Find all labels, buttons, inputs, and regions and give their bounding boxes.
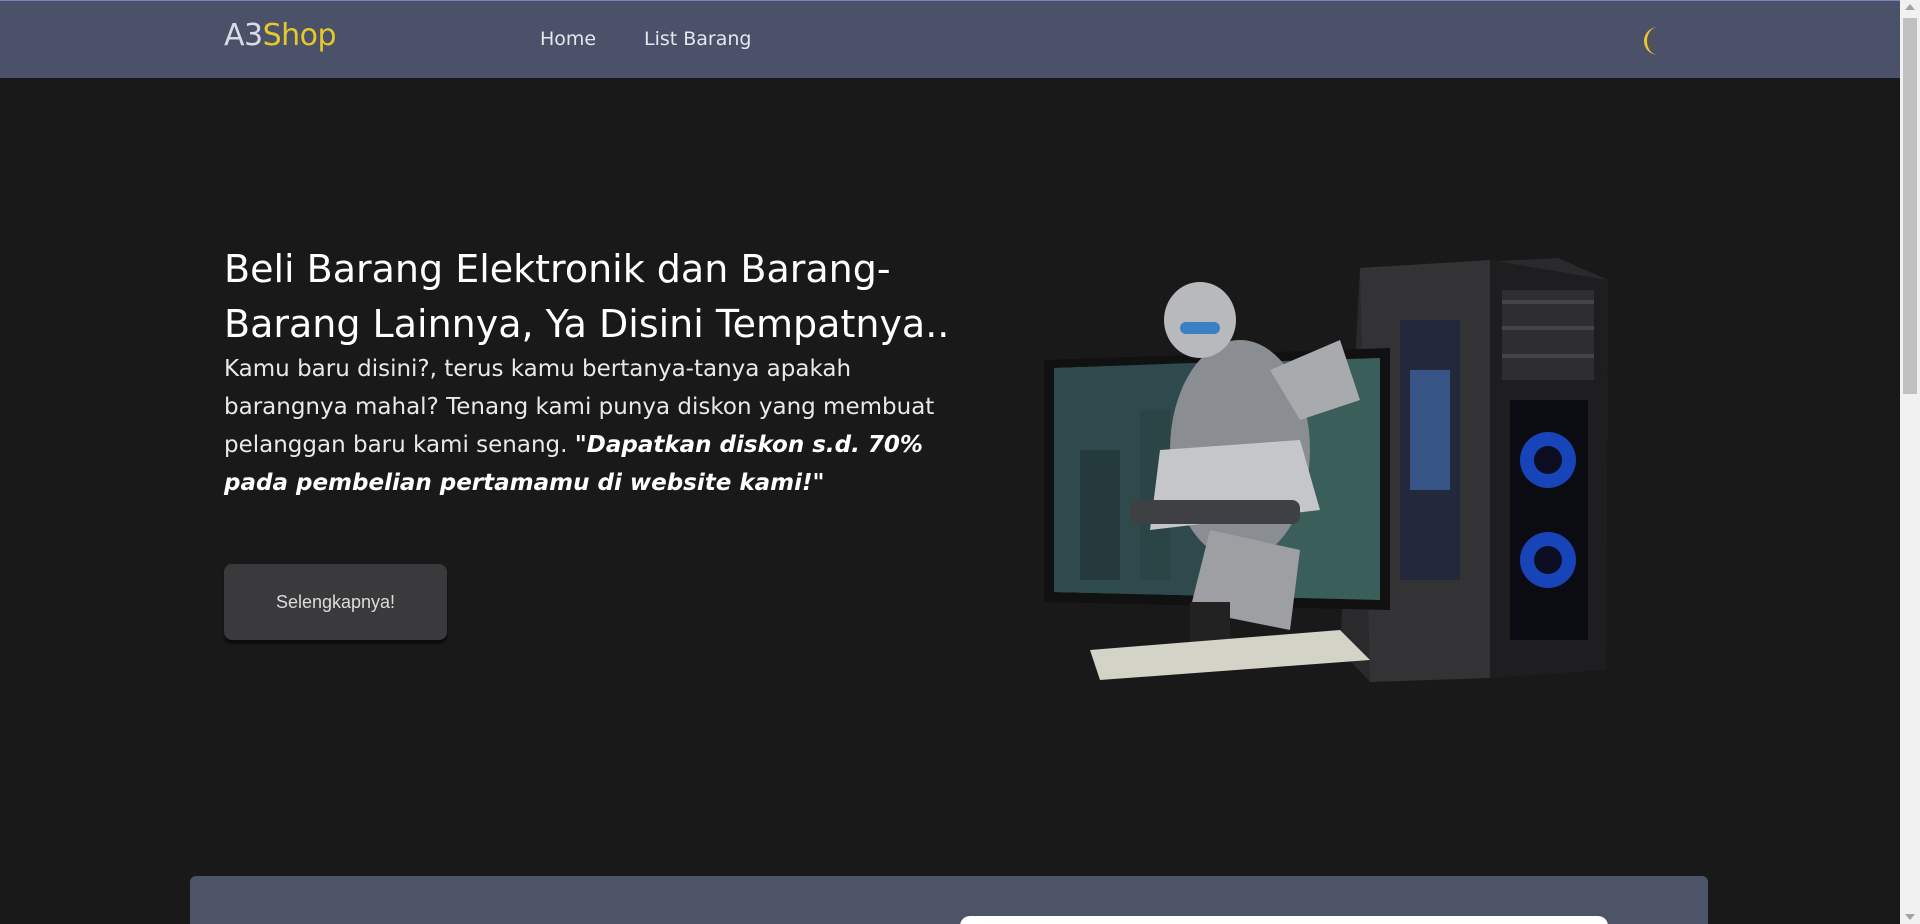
gaming-pc-monitor-image xyxy=(1044,258,1608,682)
brand-logo[interactable]: A3Shop xyxy=(224,18,337,53)
theme-toggle-button[interactable] xyxy=(1640,25,1668,57)
page-scrollbar[interactable] xyxy=(1900,0,1920,924)
brand-prefix: A3 xyxy=(224,18,263,53)
brand-suffix: Shop xyxy=(262,18,337,53)
featured-card xyxy=(960,916,1608,924)
nav-link-home[interactable]: Home xyxy=(540,28,596,50)
hero-description: Kamu baru disini?, terus kamu bertanya-t… xyxy=(224,350,954,502)
navbar: A3Shop Home List Barang xyxy=(0,0,1900,78)
moon-icon xyxy=(1644,27,1658,55)
nav-link-list-barang[interactable]: List Barang xyxy=(644,28,752,50)
scrollbar-thumb[interactable] xyxy=(1903,18,1917,394)
hero-title: Beli Barang Elektronik dan Barang-Barang… xyxy=(224,247,950,346)
scroll-up-arrow-icon[interactable] xyxy=(1905,4,1915,10)
selengkapnya-button[interactable]: Selengkapnya! xyxy=(224,564,447,640)
scroll-down-arrow-icon[interactable] xyxy=(1905,914,1915,920)
